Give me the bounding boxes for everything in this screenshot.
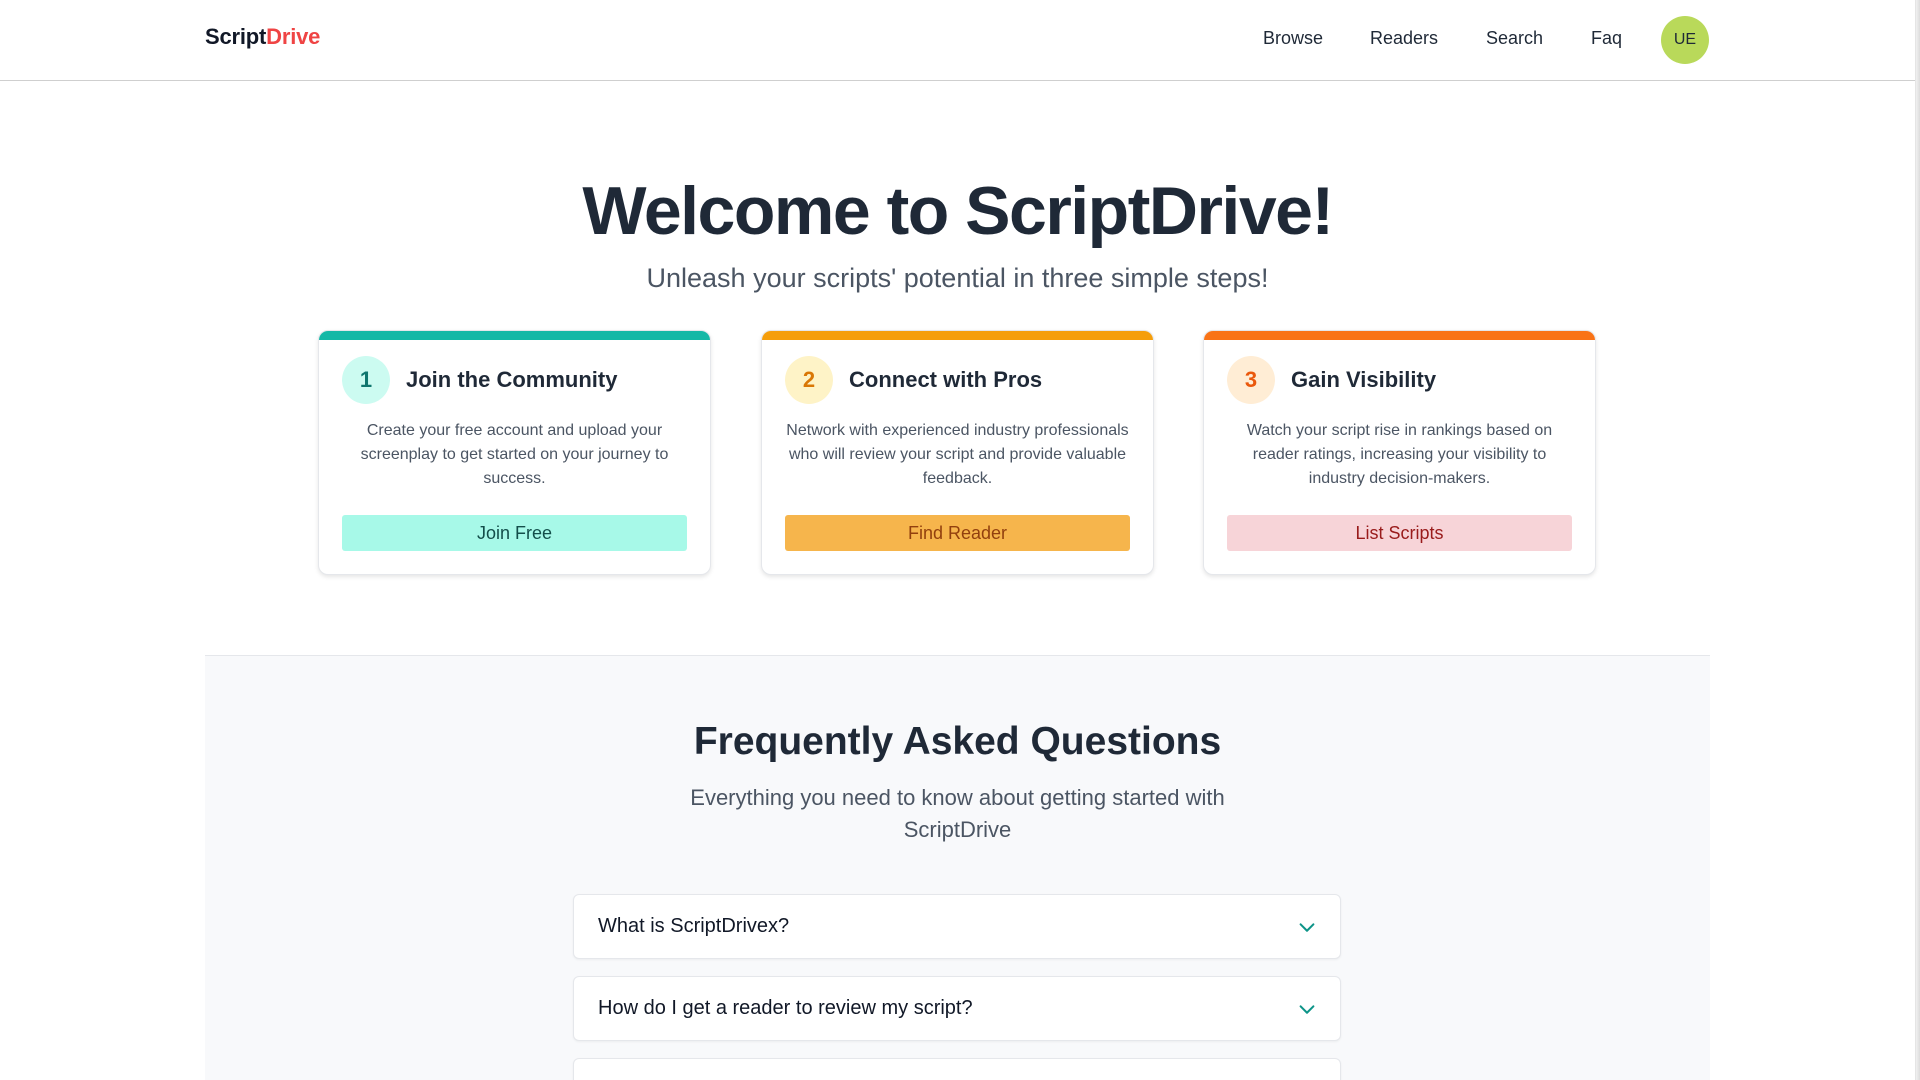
step-number-badge: 1 <box>342 356 390 404</box>
step-title: Connect with Pros <box>849 367 1043 392</box>
logo[interactable]: ScriptDrive <box>205 24 320 50</box>
join-free-button[interactable]: Join Free <box>342 515 687 551</box>
step-title: Join the Community <box>406 367 618 392</box>
step-title: Gain Visibility <box>1291 367 1437 392</box>
step-description: Watch your script rise in rankings based… <box>1246 422 1553 487</box>
faq-question: How do I get a reader to review my scrip… <box>598 997 973 1019</box>
top-navbar: ScriptDrive Browse Readers Search Faq UE <box>0 0 1915 81</box>
card-accent-bar <box>1204 331 1595 340</box>
nav-link-search[interactable]: Search <box>1486 28 1543 49</box>
step-number-badge: 3 <box>1227 356 1275 404</box>
faq-item-get-reader[interactable]: How do I get a reader to review my scrip… <box>573 976 1341 1041</box>
step-card-gain-visibility: 3 Gain Visibility Watch your script rise… <box>1203 330 1596 575</box>
logo-main: Script <box>205 24 267 49</box>
step-card-connect-pros: 2 Connect with Pros Network with experie… <box>761 330 1154 575</box>
logo-accent: Drive <box>266 24 321 49</box>
card-accent-bar <box>319 331 710 340</box>
hero-subtitle: Unleash your scripts' potential in three… <box>646 263 1269 293</box>
step-number-badge: 2 <box>785 356 833 404</box>
page-scrollbar[interactable] <box>1915 0 1920 1080</box>
nav-link-readers[interactable]: Readers <box>1370 28 1438 49</box>
step-description: Network with experienced industry profes… <box>786 422 1129 487</box>
chevron-down-icon <box>1299 923 1315 932</box>
step-description: Create your free account and upload your… <box>360 422 669 487</box>
faq-subtitle: Everything you need to know about gettin… <box>690 785 1225 842</box>
nav-link-faq[interactable]: Faq <box>1591 28 1622 49</box>
faq-question: What is ScriptDrivex? <box>598 915 790 937</box>
faq-section: Frequently Asked Questions Everything yo… <box>205 655 1710 1080</box>
hero-title: Welcome to ScriptDrive! <box>582 173 1334 249</box>
find-reader-button[interactable]: Find Reader <box>785 515 1130 551</box>
page: ScriptDrive Browse Readers Search Faq UE… <box>0 0 1920 1080</box>
user-avatar[interactable]: UE <box>1661 16 1709 64</box>
faq-title: Frequently Asked Questions <box>693 720 1222 763</box>
list-scripts-button[interactable]: List Scripts <box>1227 515 1572 551</box>
nav-link-browse[interactable]: Browse <box>1263 28 1323 49</box>
step-card-join-community: 1 Join the Community Create your free ac… <box>318 330 711 575</box>
faq-item-what-is[interactable]: What is ScriptDrivex? <box>573 894 1341 959</box>
faq-item-partial[interactable] <box>573 1058 1341 1080</box>
card-accent-bar <box>762 331 1153 340</box>
chevron-down-icon <box>1299 1005 1315 1014</box>
